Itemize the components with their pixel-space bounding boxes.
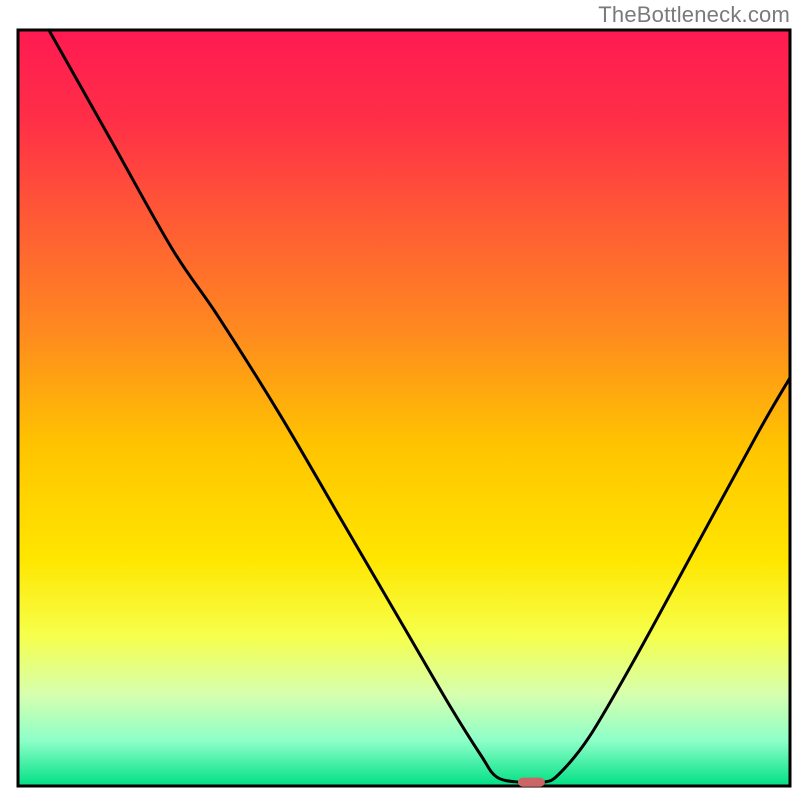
bottleneck-chart [0,0,800,800]
optimal-point-marker [518,778,545,787]
chart-container: TheBottleneck.com [0,0,800,800]
plot-background [18,30,790,786]
